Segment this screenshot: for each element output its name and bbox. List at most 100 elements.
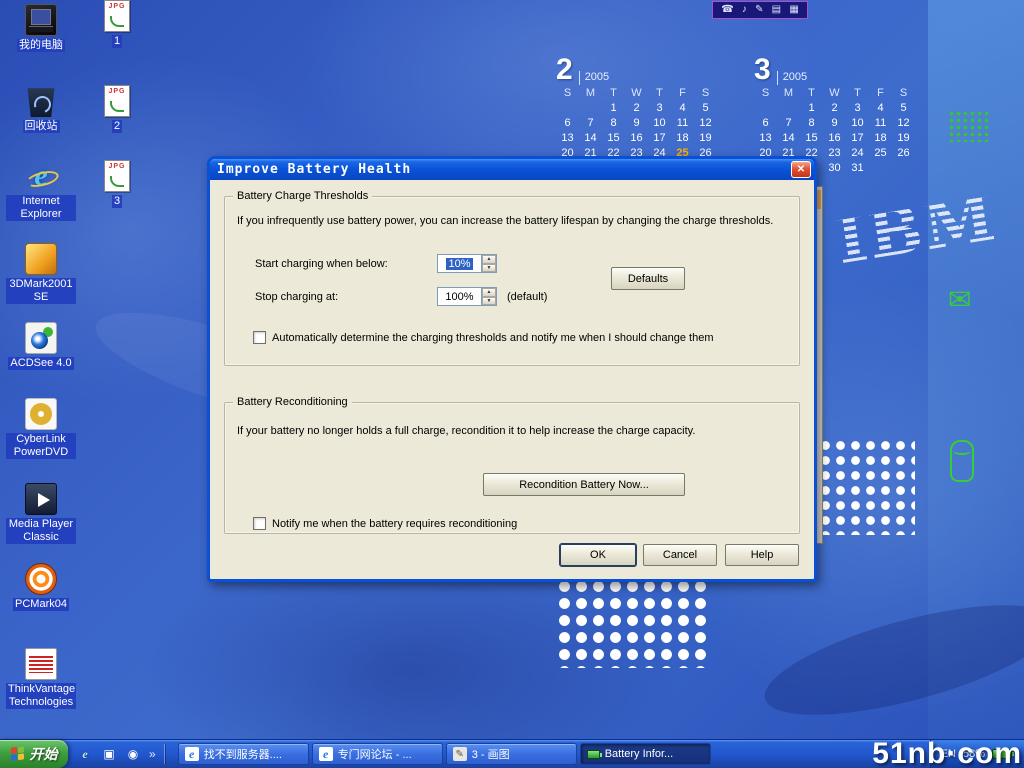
start-button[interactable]: 开始 (0, 740, 68, 768)
task-paint[interactable]: ✎ 3 - 画图 (446, 743, 577, 765)
stop-charging-label: Stop charging at: (255, 291, 338, 303)
calendar-month-number: 2 (556, 56, 573, 85)
battery-reconditioning-group: Battery Reconditioning If your battery n… (224, 402, 800, 534)
icon-label: 1 (112, 35, 122, 48)
calendar-month-number: 3 (754, 56, 771, 85)
taskbar-separator (164, 744, 165, 764)
ie-page-icon: e (319, 747, 333, 761)
jpg-badge: JPG (108, 3, 125, 10)
icon-label: 回收站 (23, 120, 60, 133)
desktop-icon-my-computer[interactable]: 我的电脑 (6, 4, 76, 52)
envelope-icon: ✉ (948, 286, 971, 314)
start-threshold-spinner[interactable] (481, 255, 496, 272)
wallpaper-leaf (755, 583, 1024, 738)
jpg-file-icon: JPG (104, 85, 130, 117)
spin-down-icon[interactable] (482, 264, 496, 273)
dialog-titlebar[interactable]: Improve Battery Health ✕ (210, 159, 814, 180)
ie-letter: e (34, 161, 47, 191)
task-label: 找不到服务器.... (204, 746, 282, 762)
system-tray: EN 58% (930, 740, 1024, 768)
cancel-button[interactable]: Cancel (643, 544, 717, 566)
auto-determine-checkbox-row[interactable]: Automatically determine the charging thr… (253, 331, 713, 344)
battery-charge-thresholds-group: Battery Charge Thresholds If you infrequ… (224, 196, 800, 366)
jpg-thumbnail (110, 101, 124, 112)
spin-up-icon[interactable] (482, 255, 496, 264)
notify-reconditioning-label: Notify me when the battery requires reco… (272, 518, 517, 530)
audio-icon[interactable]: ♪ (742, 5, 747, 15)
ok-button[interactable]: OK (560, 544, 636, 566)
desktop-icon-acdsee[interactable]: ACDSee 4.0 (6, 322, 76, 370)
group-legend: Battery Reconditioning (233, 396, 352, 408)
icon-label: ThinkVantage Technologies (6, 683, 76, 709)
dot-grid-decoration (556, 578, 711, 668)
media-player-icon[interactable]: ◉ (125, 746, 141, 762)
led-grid-decoration (948, 110, 990, 142)
task-forum[interactable]: e 专门网论坛 - ... (312, 743, 443, 765)
desktop-file-2[interactable]: JPG 2 (92, 85, 142, 133)
icon-label: 我的电脑 (17, 39, 65, 52)
jpg-badge: JPG (108, 88, 125, 95)
stop-threshold-value[interactable]: 100% (445, 291, 473, 303)
desktop-file-3[interactable]: JPG 3 (92, 160, 142, 208)
quick-launch-bar: e ▣ ◉ » (68, 744, 174, 764)
show-desktop-icon[interactable]: ▣ (101, 746, 117, 762)
close-button[interactable]: ✕ (791, 161, 811, 178)
desktop-file-1[interactable]: JPG 1 (92, 0, 142, 48)
icon-label: 2 (112, 120, 122, 133)
desktop-icon-pcmark04[interactable]: PCMark04 (6, 563, 76, 611)
jpg-file-icon: JPG (104, 160, 130, 192)
reconditioning-description: If your battery no longer holds a full c… (237, 425, 695, 437)
desktop-icon-thinkvantage[interactable]: ThinkVantage Technologies (6, 648, 76, 709)
my-computer-icon (25, 4, 57, 36)
stop-threshold-spinner[interactable] (481, 288, 496, 305)
icon-label: CyberLink PowerDVD (6, 433, 76, 459)
auto-determine-label: Automatically determine the charging thr… (272, 332, 713, 344)
desktop-icon-recycle-bin[interactable]: 回收站 (6, 85, 76, 133)
keyboard-icon[interactable]: ▦ (789, 5, 798, 15)
3dmark-icon (25, 243, 57, 275)
calendar-year: 2005 (579, 71, 609, 85)
spin-up-icon[interactable] (482, 288, 496, 297)
task-battery-information[interactable]: Battery Infor... (580, 743, 711, 765)
default-note: (default) (507, 291, 547, 303)
group-legend: Battery Charge Thresholds (233, 190, 372, 202)
notify-reconditioning-checkbox-row[interactable]: Notify me when the battery requires reco… (253, 517, 517, 530)
jpg-badge: JPG (108, 163, 125, 170)
task-label: Battery Infor... (605, 748, 673, 760)
notify-reconditioning-checkbox[interactable] (253, 517, 266, 530)
media-player-classic-icon (25, 483, 57, 515)
display-icon[interactable]: ▤ (772, 5, 781, 15)
auto-determine-checkbox[interactable] (253, 331, 266, 344)
task-server-not-found[interactable]: e 找不到服务器.... (178, 743, 309, 765)
pen-icon[interactable]: ✎ (755, 5, 763, 15)
quick-launch-overflow-chevron[interactable]: » (149, 747, 156, 761)
desktop-icon-3dmark2001[interactable]: 3DMark2001 SE (6, 243, 76, 304)
help-button[interactable]: Help (725, 544, 799, 566)
icon-label: ACDSee 4.0 (8, 357, 73, 370)
recondition-battery-button[interactable]: Recondition Battery Now... (483, 473, 685, 496)
floating-utility-toolbar[interactable]: ☎ ♪ ✎ ▤ ▦ (712, 1, 808, 19)
stop-threshold-input[interactable]: 100% (437, 287, 497, 306)
desktop-icon-internet-explorer[interactable]: e Internet Explorer (6, 160, 76, 221)
thresholds-description: If you infrequently use battery power, y… (237, 215, 773, 227)
battery-tray-icon[interactable] (992, 749, 1012, 759)
paint-icon: ✎ (453, 747, 467, 761)
task-label: 专门网论坛 - ... (338, 746, 412, 762)
desktop-icon-powerdvd[interactable]: CyberLink PowerDVD (6, 398, 76, 459)
icon-label: 3DMark2001 SE (6, 278, 76, 304)
defaults-button[interactable]: Defaults (611, 267, 685, 290)
ie-page-icon: e (185, 747, 199, 761)
taskbar: 开始 e ▣ ◉ » e 找不到服务器.... e 专门网论坛 - ... ✎ … (0, 740, 1024, 768)
language-indicator[interactable]: EN (941, 748, 956, 760)
spin-down-icon[interactable] (482, 297, 496, 306)
dot-grid-decoration (818, 438, 915, 535)
battery-cylinder-decoration (950, 440, 974, 482)
desktop-icon-media-player-classic[interactable]: Media Player Classic (6, 483, 76, 544)
start-threshold-value[interactable]: 10% (446, 258, 472, 270)
battery-icon (587, 750, 600, 759)
jpg-thumbnail (110, 176, 124, 187)
ie-quicklaunch-icon[interactable]: e (77, 746, 93, 762)
phone-icon[interactable]: ☎ (721, 5, 733, 15)
pcmark-icon (25, 563, 57, 595)
start-threshold-input[interactable]: 10% (437, 254, 497, 273)
